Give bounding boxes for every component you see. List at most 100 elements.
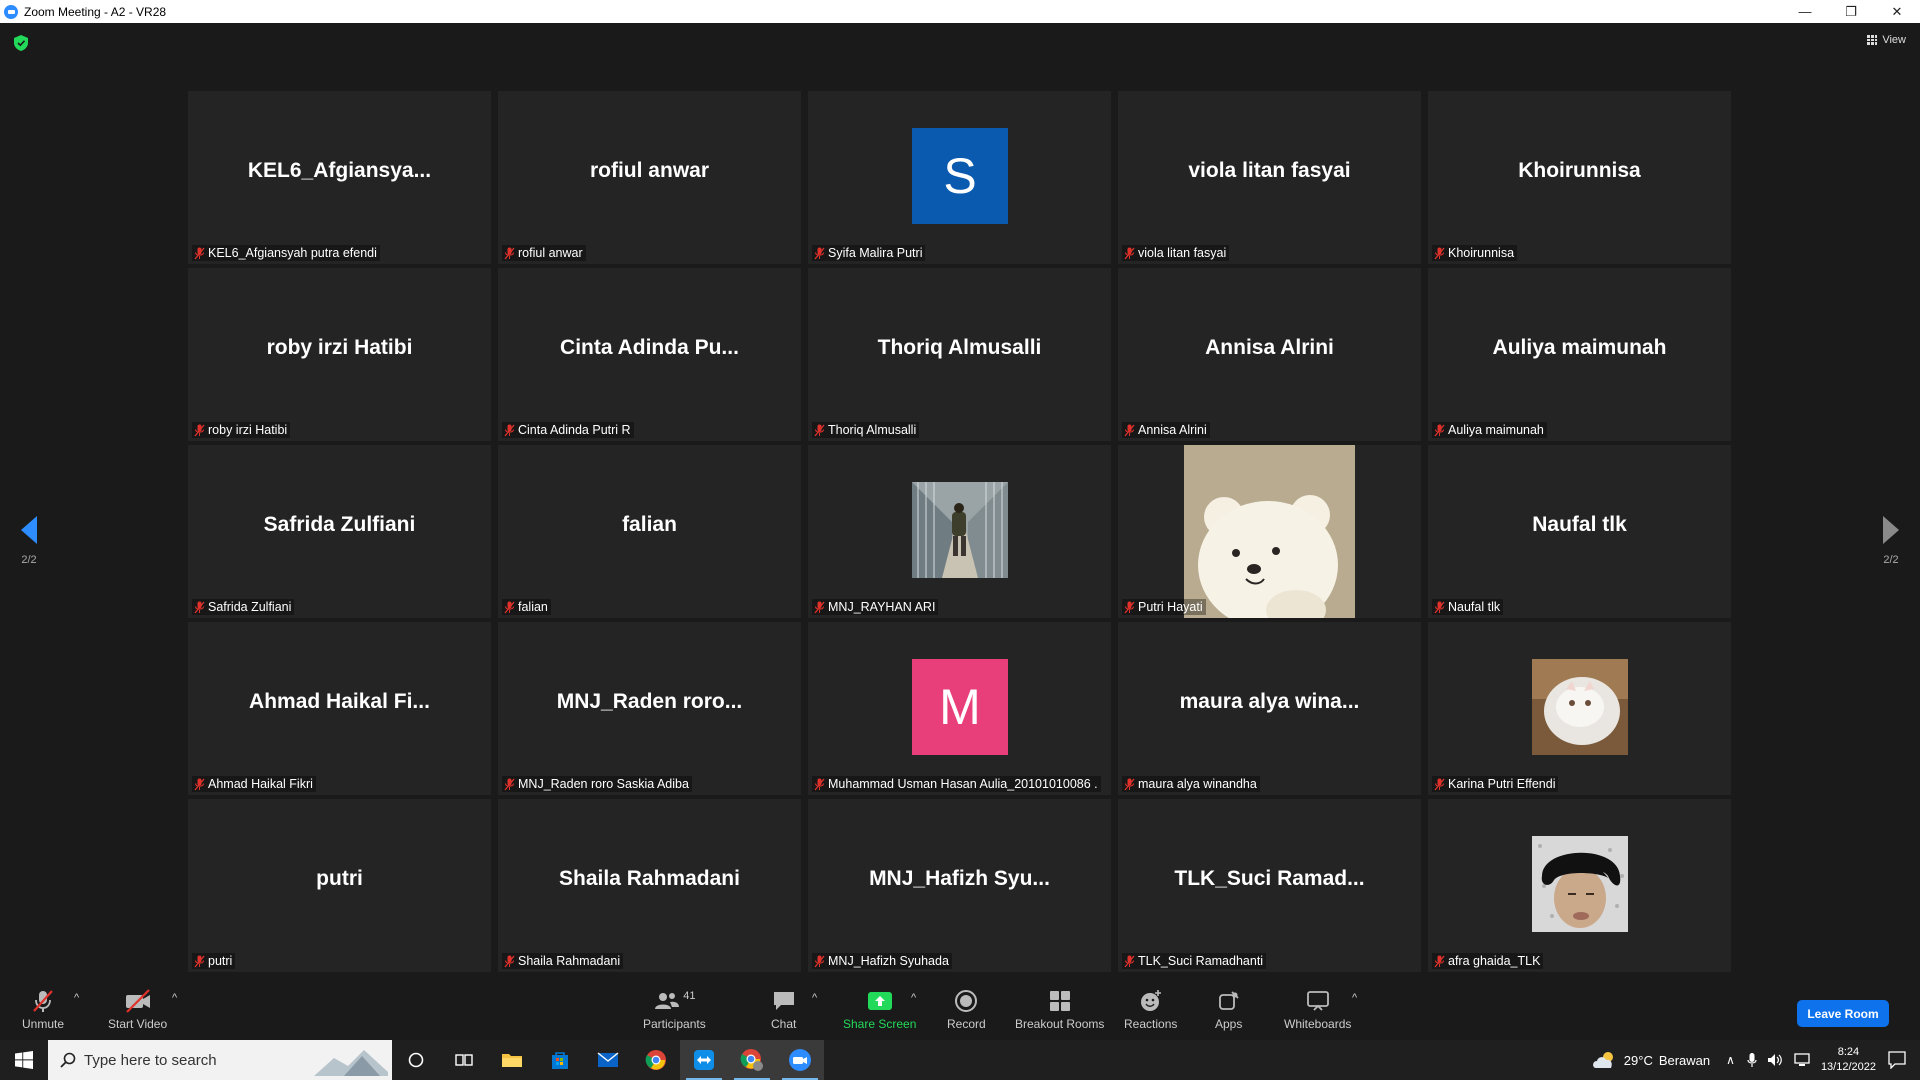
mic-muted-icon xyxy=(1124,955,1135,967)
mic-muted-icon xyxy=(194,955,205,967)
notification-center-icon[interactable] xyxy=(1888,1051,1906,1069)
participant-tile[interactable]: putri putri xyxy=(188,799,491,972)
participant-name-label: roby irzi Hatibi xyxy=(192,422,291,438)
microphone-tray-icon[interactable] xyxy=(1747,1052,1757,1068)
apps-button[interactable]: Apps xyxy=(1215,988,1242,1031)
chat-button[interactable]: Chat xyxy=(771,988,796,1031)
whiteboards-button[interactable]: Whiteboards xyxy=(1284,988,1351,1031)
participant-name-label: Annisa Alrini xyxy=(1122,422,1210,438)
window-titlebar: Zoom Meeting - A2 - VR28 — ❐ ✕ xyxy=(0,0,1920,23)
participant-tile[interactable]: rofiul anwar rofiul anwar xyxy=(498,91,801,264)
mic-muted-icon xyxy=(504,778,515,790)
participant-tile[interactable]: KEL6_Afgiansya... KEL6_Afgiansyah putra e… xyxy=(188,91,491,264)
reactions-label: Reactions xyxy=(1124,1017,1178,1031)
participant-tile[interactable]: M Muhammad Usman Hasan Aulia_20101010086 … xyxy=(808,622,1111,795)
participant-tile[interactable]: MNJ_RAYHAN ARI xyxy=(808,445,1111,618)
weather-cloud-icon xyxy=(1592,1052,1613,1068)
chat-icon xyxy=(772,988,796,1014)
taskbar-store[interactable] xyxy=(536,1040,584,1080)
participant-tile[interactable]: falian falian xyxy=(498,445,801,618)
taskbar-zoom[interactable] xyxy=(776,1040,824,1080)
taskbar-cortana[interactable] xyxy=(392,1040,440,1080)
participant-name-label: viola litan fasyai xyxy=(1122,245,1230,261)
participant-name: Annisa Alrini xyxy=(1138,423,1207,437)
next-page-button[interactable]: 2/2 xyxy=(1876,516,1906,566)
taskbar-search-box[interactable]: Type here to search xyxy=(48,1040,392,1080)
participant-name-label: TLK_Suci Ramadhanti xyxy=(1122,953,1267,969)
taskbar-mail[interactable] xyxy=(584,1040,632,1080)
prev-page-button[interactable]: 2/2 xyxy=(14,516,44,566)
participant-tile[interactable]: Thoriq Almusalli Thoriq Almusalli xyxy=(808,268,1111,441)
participant-tile[interactable]: TLK_Suci Ramad... TLK_Suci Ramadhanti xyxy=(1118,799,1421,972)
participant-name: Cinta Adinda Putri R xyxy=(518,423,631,437)
share-screen-label: Share Screen xyxy=(843,1017,917,1031)
taskbar-chrome[interactable] xyxy=(632,1040,680,1080)
participant-tile[interactable]: maura alya wina... maura alya winandha xyxy=(1118,622,1421,795)
participant-display-name: Auliya maimunah xyxy=(1492,336,1667,359)
view-button[interactable]: View xyxy=(1867,34,1906,46)
whiteboard-options-caret[interactable]: ^ xyxy=(1352,992,1357,1004)
taskbar-chrome-profile[interactable] xyxy=(728,1040,776,1080)
participant-tile[interactable]: Naufal tlk Naufal tlk xyxy=(1428,445,1731,618)
participant-tile[interactable]: Safrida Zulfiani Safrida Zulfiani xyxy=(188,445,491,618)
speaker-icon[interactable] xyxy=(1767,1052,1783,1068)
share-options-caret[interactable]: ^ xyxy=(911,992,916,1004)
participant-name: Shaila Rahmadani xyxy=(518,954,621,968)
system-tray: 29°C Berawan ∧ 8:24 13/12/2022 xyxy=(1592,1040,1920,1080)
participant-tile[interactable]: MNJ_Hafizh Syu... MNJ_Hafizh Syuhada xyxy=(808,799,1111,972)
participant-display-name: Shaila Rahmadani xyxy=(559,867,740,890)
participant-tile[interactable]: afra ghaida_TLK xyxy=(1428,799,1731,972)
start-video-label: Start Video xyxy=(108,1017,168,1031)
reactions-button[interactable]: Reactions xyxy=(1124,988,1177,1031)
share-screen-button[interactable]: Share Screen xyxy=(843,988,916,1031)
shield-icon[interactable] xyxy=(14,35,28,51)
leave-room-button[interactable]: Leave Room xyxy=(1797,1000,1889,1027)
taskbar-clock[interactable]: 8:24 13/12/2022 xyxy=(1821,1045,1876,1075)
participant-tile[interactable]: Annisa Alrini Annisa Alrini xyxy=(1118,268,1421,441)
breakout-rooms-button[interactable]: Breakout Rooms xyxy=(1015,988,1104,1031)
participant-tile[interactable]: S Syifa Malira Putri xyxy=(808,91,1111,264)
unmute-button[interactable]: Unmute xyxy=(22,988,64,1031)
participant-tile[interactable]: Cinta Adinda Pu... Cinta Adinda Putri R xyxy=(498,268,801,441)
taskbar-task-view[interactable] xyxy=(440,1040,488,1080)
mic-muted-icon xyxy=(1434,424,1445,436)
participant-name-label: MNJ_Hafizh Syuhada xyxy=(812,953,952,969)
participant-display-name: Cinta Adinda Pu... xyxy=(560,336,739,359)
participant-display-name: maura alya wina... xyxy=(1179,690,1360,713)
tray-overflow-chevron-icon[interactable]: ∧ xyxy=(1726,1053,1735,1067)
participant-tile[interactable]: viola litan fasyai viola litan fasyai xyxy=(1118,91,1421,264)
network-icon[interactable] xyxy=(1793,1052,1811,1068)
video-off-icon xyxy=(123,988,153,1014)
profile-photo xyxy=(912,482,1008,578)
audio-options-caret[interactable]: ^ xyxy=(74,992,79,1004)
participants-button[interactable]: 41 Participants xyxy=(643,988,706,1031)
start-button[interactable] xyxy=(0,1040,48,1080)
participant-name-label: maura alya winandha xyxy=(1122,776,1260,792)
weather-temp[interactable]: 29°C xyxy=(1624,1053,1653,1068)
participant-tile[interactable]: Auliya maimunah Auliya maimunah xyxy=(1428,268,1731,441)
start-video-button[interactable]: Start Video xyxy=(108,988,167,1031)
taskbar-file-explorer[interactable] xyxy=(488,1040,536,1080)
participant-name: viola litan fasyai xyxy=(1138,246,1227,260)
participant-tile[interactable]: Putri Hayati xyxy=(1118,445,1421,618)
weather-desc[interactable]: Berawan xyxy=(1659,1053,1710,1068)
minimize-button[interactable]: — xyxy=(1782,0,1828,23)
page-indicator-right: 2/2 xyxy=(1883,554,1899,566)
mic-muted-icon xyxy=(814,955,825,967)
avatar-letter: M xyxy=(912,659,1008,755)
close-button[interactable]: ✕ xyxy=(1874,0,1920,23)
taskbar-teamviewer[interactable] xyxy=(680,1040,728,1080)
chat-options-caret[interactable]: ^ xyxy=(812,992,817,1004)
participant-name-label: afra ghaida_TLK xyxy=(1432,953,1544,969)
participant-tile[interactable]: roby irzi Hatibi roby irzi Hatibi xyxy=(188,268,491,441)
participant-tile[interactable]: Khoirunnisa Khoirunnisa xyxy=(1428,91,1731,264)
record-button[interactable]: Record xyxy=(947,988,986,1031)
participant-tile[interactable]: Shaila Rahmadani Shaila Rahmadani xyxy=(498,799,801,972)
participant-name-label: Auliya maimunah xyxy=(1432,422,1547,438)
participant-tile[interactable]: Ahmad Haikal Fi... Ahmad Haikal Fikri xyxy=(188,622,491,795)
restore-button[interactable]: ❐ xyxy=(1828,0,1874,23)
video-options-caret[interactable]: ^ xyxy=(172,992,177,1004)
window-controls: — ❐ ✕ xyxy=(1782,0,1920,23)
participant-tile[interactable]: Karina Putri Effendi xyxy=(1428,622,1731,795)
participant-tile[interactable]: MNJ_Raden roro... MNJ_Raden roro Saskia A… xyxy=(498,622,801,795)
